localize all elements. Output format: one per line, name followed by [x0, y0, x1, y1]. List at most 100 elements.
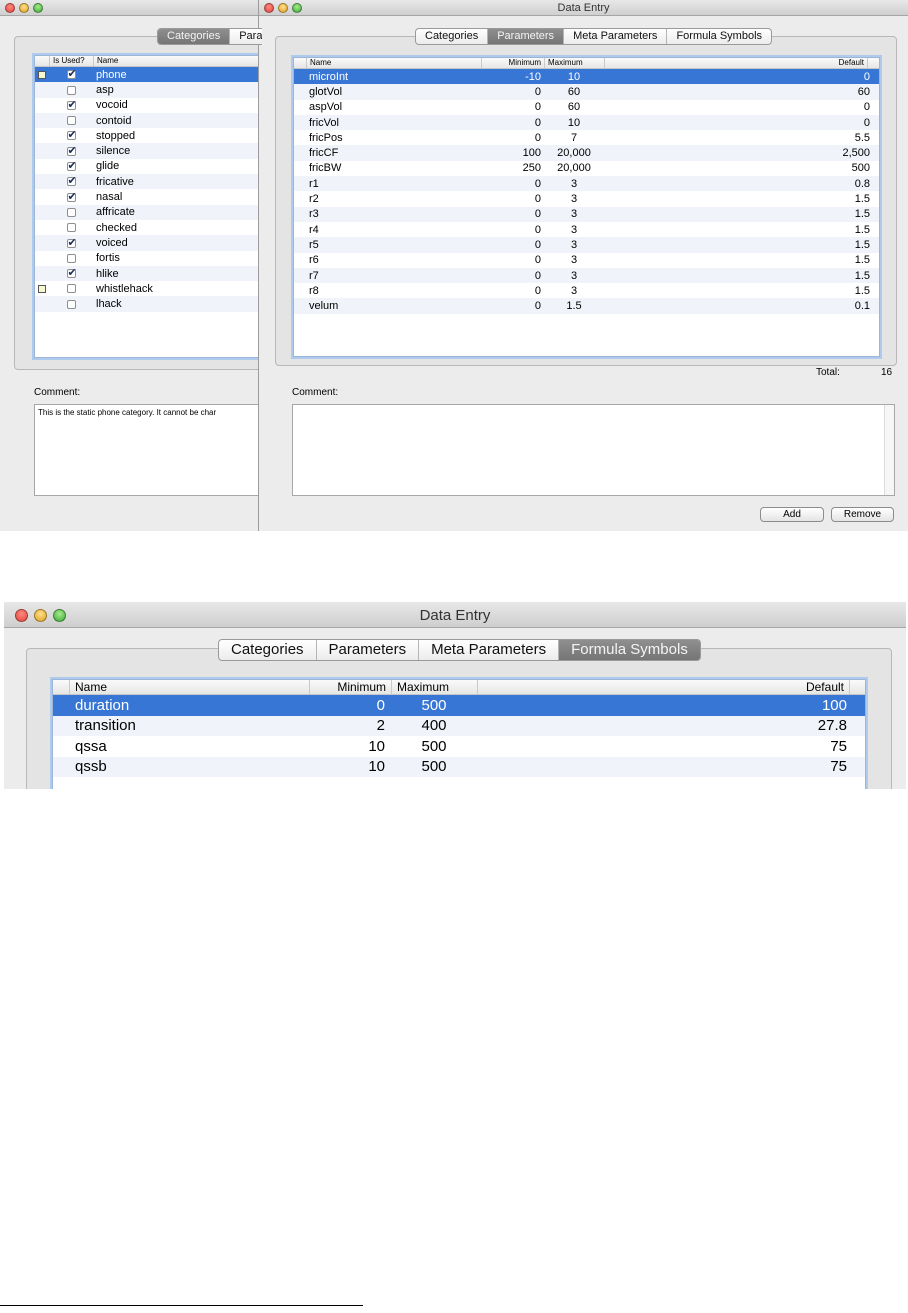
table-row[interactable]: r6 0 3 1.5: [294, 253, 879, 268]
column-header-maximum[interactable]: Maximum: [544, 58, 604, 68]
is-used-checkbox[interactable]: [66, 223, 76, 233]
maximum-cell: 20,000: [557, 147, 591, 160]
column-header-is-used[interactable]: Is Used?: [49, 56, 93, 66]
table-row[interactable]: qssb 10 500 75: [53, 756, 865, 777]
maximum-cell: 3: [570, 208, 578, 221]
add-button[interactable]: Add: [760, 507, 824, 522]
table-row[interactable]: affricate: [35, 204, 262, 220]
default-cell: 0: [863, 101, 870, 114]
is-used-checkbox[interactable]: [66, 85, 76, 95]
is-used-checkbox[interactable]: [66, 253, 76, 263]
table-row[interactable]: duration 0 500 100: [53, 695, 865, 716]
is-used-checkbox[interactable]: [66, 145, 77, 157]
comment-textarea[interactable]: This is the static phone category. It ca…: [34, 404, 262, 496]
tab-parameters[interactable]: Parameters: [488, 29, 565, 44]
column-header-minimum[interactable]: Minimum: [309, 680, 391, 694]
column-header-maximum[interactable]: Maximum: [391, 680, 477, 694]
column-header-default[interactable]: Default: [477, 680, 849, 694]
tab-categories[interactable]: Categories: [416, 29, 489, 44]
table-row[interactable]: r7 0 3 1.5: [294, 267, 879, 284]
table-row[interactable]: fricCF 100 20,000 2,500: [294, 145, 879, 161]
window-titlebar[interactable]: Data Entry: [4, 602, 906, 628]
is-used-checkbox[interactable]: [66, 176, 77, 187]
tab-formula-symbols[interactable]: Formula Symbols: [559, 640, 700, 660]
table-row[interactable]: asp: [35, 82, 262, 98]
column-header-default[interactable]: Default: [604, 58, 867, 68]
close-icon[interactable]: [5, 3, 15, 13]
table-row[interactable]: fricBW 250 20,000 500: [294, 161, 879, 176]
table-row[interactable]: hlike: [35, 265, 262, 282]
comment-textarea[interactable]: [292, 404, 895, 496]
table-row[interactable]: whistlehack: [35, 281, 262, 296]
table-row[interactable]: checked: [35, 220, 262, 235]
table-row[interactable]: nasal: [35, 189, 262, 204]
name-cell: fricPos: [309, 131, 343, 144]
table-row[interactable]: silence: [35, 143, 262, 159]
table-row[interactable]: fricative: [35, 174, 262, 190]
is-used-checkbox[interactable]: [66, 268, 77, 279]
table-row[interactable]: qssa 10 500 75: [53, 736, 865, 757]
table-row[interactable]: phone: [35, 67, 262, 83]
column-header-name[interactable]: Name: [69, 680, 309, 694]
tab-bar: Categories Para: [157, 28, 262, 45]
table-row[interactable]: aspVol 0 60 0: [294, 100, 879, 115]
note-icon: [38, 284, 46, 293]
is-used-cell: [49, 191, 93, 203]
column-header-minimum[interactable]: Minimum: [481, 58, 544, 68]
table-row[interactable]: velum 0 1.5 0.1: [294, 298, 879, 314]
table-row[interactable]: transition 2 400 27.8: [53, 715, 865, 736]
tab-categories[interactable]: Categories: [158, 29, 231, 44]
table-row[interactable]: r2 0 3 1.5: [294, 191, 879, 206]
table-row[interactable]: contoid: [35, 112, 262, 129]
is-used-checkbox[interactable]: [66, 284, 76, 294]
is-used-checkbox[interactable]: [66, 160, 77, 172]
table-row[interactable]: r1 0 3 0.8: [294, 176, 879, 192]
minimum-cell: 0: [376, 696, 385, 714]
tab-meta-parameters[interactable]: Meta Parameters: [419, 640, 560, 660]
formula-symbols-window: Data Entry Categories Parameters Meta Pa…: [4, 602, 906, 789]
window-titlebar[interactable]: [0, 0, 262, 16]
comment-scrollbar[interactable]: [884, 405, 894, 495]
table-row[interactable]: lhack: [35, 296, 262, 312]
table-row[interactable]: r3 0 3 1.5: [294, 206, 879, 222]
table-row[interactable]: microInt -10 10 0: [294, 69, 879, 85]
tab-categories[interactable]: Categories: [219, 640, 317, 660]
name-cell: contoid: [96, 114, 132, 127]
table-row[interactable]: r8 0 3 1.5: [294, 283, 879, 298]
tab-meta-parameters[interactable]: Meta Parameters: [564, 29, 668, 44]
table-row[interactable]: fricVol 0 10 0: [294, 114, 879, 131]
is-used-checkbox[interactable]: [66, 116, 76, 126]
is-used-checkbox[interactable]: [66, 69, 77, 80]
table-row[interactable]: vocoid: [35, 98, 262, 113]
table-row[interactable]: r5 0 3 1.5: [294, 237, 879, 253]
table-row[interactable]: fortis: [35, 251, 262, 266]
column-header-note[interactable]: [35, 56, 49, 66]
name-cell: fricCF: [309, 147, 339, 160]
is-used-cell: [49, 69, 93, 81]
zoom-icon[interactable]: [33, 3, 43, 13]
maximum-cell: 500: [421, 737, 447, 755]
table-row[interactable]: voiced: [35, 235, 262, 251]
remove-button[interactable]: Remove: [831, 507, 894, 522]
window-titlebar[interactable]: Data Entry: [259, 0, 908, 16]
table-row[interactable]: r4 0 3 1.5: [294, 222, 879, 237]
tab-parameters[interactable]: Parameters: [317, 640, 420, 660]
is-used-checkbox[interactable]: [66, 207, 76, 217]
minimum-cell: 0: [534, 300, 541, 313]
is-used-checkbox[interactable]: [66, 99, 77, 111]
is-used-checkbox[interactable]: [66, 299, 76, 309]
column-header-name[interactable]: Name: [306, 58, 481, 68]
is-used-checkbox[interactable]: [66, 191, 77, 203]
is-used-cell: [49, 130, 93, 142]
tab-parameters[interactable]: Para: [230, 29, 262, 44]
minimum-cell: 0: [534, 208, 541, 221]
is-used-checkbox[interactable]: [66, 237, 77, 249]
tab-formula-symbols[interactable]: Formula Symbols: [667, 29, 771, 44]
table-row[interactable]: stopped: [35, 128, 262, 143]
column-header-name[interactable]: Name: [93, 56, 262, 66]
table-row[interactable]: glotVol 0 60 60: [294, 84, 879, 100]
table-row[interactable]: glide: [35, 159, 262, 174]
is-used-checkbox[interactable]: [66, 130, 77, 141]
table-row[interactable]: fricPos 0 7 5.5: [294, 130, 879, 145]
minimize-icon[interactable]: [19, 3, 29, 13]
